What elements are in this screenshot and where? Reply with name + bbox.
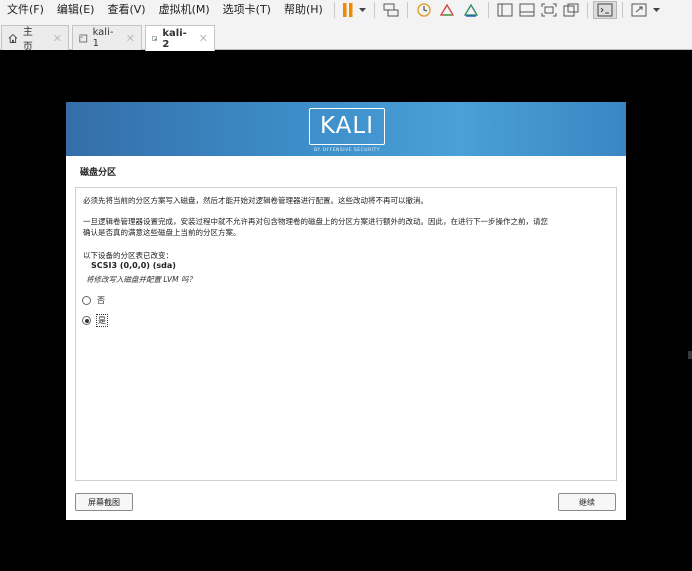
toolbar-separator bbox=[487, 2, 489, 18]
radio-dot bbox=[84, 318, 89, 323]
tab-kali-2-label: kali-2 bbox=[162, 27, 187, 50]
close-icon[interactable]: ✕ bbox=[126, 32, 135, 45]
snapshot-manager-button[interactable] bbox=[459, 0, 483, 20]
console-view-button[interactable] bbox=[592, 1, 617, 19]
radio-button[interactable] bbox=[82, 296, 91, 305]
fullscreen-icon bbox=[541, 3, 557, 17]
warning-text-line-2: 确认是否真的满意这些磁盘上当前的分区方案。 bbox=[83, 228, 241, 237]
vm-icon bbox=[79, 34, 88, 42]
confirm-question: 将修改写入磁盘并配置 LVM 吗？ bbox=[86, 275, 197, 284]
toolbar-separator bbox=[586, 2, 588, 18]
tab-home[interactable]: 主页 ✕ bbox=[1, 25, 69, 53]
keyboard-network-icon bbox=[383, 3, 399, 17]
stretch-icon bbox=[631, 3, 647, 17]
terminal-icon bbox=[597, 3, 613, 17]
option-no[interactable]: 否 bbox=[82, 295, 106, 306]
full-screen-button[interactable] bbox=[538, 0, 560, 20]
kali-logo-text: KALI bbox=[319, 113, 374, 139]
toolbar-separator bbox=[406, 2, 408, 18]
vm-running-icon bbox=[152, 36, 157, 41]
close-icon[interactable]: ✕ bbox=[53, 32, 62, 45]
toolbar-separator bbox=[333, 2, 335, 18]
screenshot-button[interactable]: 屏幕截图 bbox=[75, 493, 133, 511]
intro-text: 必须先将当前的分区方案写入磁盘，然后才能开始对逻辑卷管理器进行配置。这些改动将不… bbox=[83, 196, 428, 205]
unity-button[interactable] bbox=[560, 0, 582, 20]
continue-button[interactable]: 继续 bbox=[558, 493, 616, 511]
menu-edit[interactable]: 编辑(E) bbox=[50, 0, 101, 20]
tab-kali-2[interactable]: kali-2 ✕ bbox=[145, 25, 215, 51]
send-ctrl-alt-del-button[interactable] bbox=[380, 0, 402, 20]
toolbar-separator bbox=[373, 2, 375, 18]
pause-icon bbox=[342, 3, 353, 17]
close-icon[interactable]: ✕ bbox=[199, 32, 208, 45]
snapshot-clock-icon bbox=[417, 3, 431, 17]
tab-home-label: 主页 bbox=[22, 27, 33, 53]
pause-dropdown-button[interactable] bbox=[356, 0, 369, 20]
menu-tabs[interactable]: 选项卡(T) bbox=[216, 0, 277, 20]
device-name: SCSI3 (0,0,0) (sda) bbox=[91, 261, 176, 270]
scroll-marker bbox=[688, 351, 692, 359]
revert-snapshot-icon bbox=[439, 3, 454, 16]
toolbar-separator bbox=[621, 2, 623, 18]
home-icon bbox=[8, 33, 18, 43]
pause-button[interactable] bbox=[340, 0, 356, 20]
option-yes-label: 是 bbox=[96, 314, 108, 327]
show-library-button[interactable] bbox=[494, 0, 516, 20]
snapshot-manager-icon bbox=[463, 3, 478, 17]
kali-logo: KALI bbox=[309, 108, 385, 145]
menu-help[interactable]: 帮助(H) bbox=[277, 0, 329, 20]
menu-file[interactable]: 文件(F) bbox=[0, 0, 50, 20]
installer-window: KALI BY OFFENSIVE SECURITY 磁盘分区 必须先将当前的分… bbox=[66, 102, 626, 520]
show-thumbnail-button[interactable] bbox=[516, 0, 538, 20]
warning-text-line-1: 一旦逻辑卷管理器设置完成，安装过程中就不允许再对包含物理卷的磁盘上的分区方案进行… bbox=[83, 217, 548, 226]
option-yes[interactable]: 是 bbox=[82, 314, 108, 327]
changed-devices-label: 以下设备的分区表已改变： bbox=[83, 251, 173, 260]
chevron-down-icon bbox=[358, 7, 366, 12]
menubar: 文件(F) 编辑(E) 查看(V) 虚拟机(M) 选项卡(T) 帮助(H) bbox=[0, 0, 692, 20]
kali-logo-tagline: BY OFFENSIVE SECURITY bbox=[313, 148, 381, 153]
chevron-down-icon bbox=[652, 7, 660, 12]
stretch-guest-button[interactable] bbox=[628, 0, 650, 20]
tab-kali-1[interactable]: kali-1 ✕ bbox=[72, 25, 142, 50]
menu-vm[interactable]: 虚拟机(M) bbox=[152, 0, 216, 20]
unity-mode-icon bbox=[563, 3, 579, 17]
radio-button-selected[interactable] bbox=[82, 316, 91, 325]
tab-kali-1-label: kali-1 bbox=[92, 27, 114, 49]
revert-snapshot-button[interactable] bbox=[435, 0, 459, 20]
library-panel-icon bbox=[497, 3, 513, 17]
content-panel: 必须先将当前的分区方案写入磁盘，然后才能开始对逻辑卷管理器进行配置。这些改动将不… bbox=[75, 187, 617, 481]
snapshot-button[interactable] bbox=[413, 0, 435, 20]
tab-strip: 主页 ✕ kali-1 ✕ kali-2 ✕ bbox=[0, 20, 692, 53]
stretch-dropdown-button[interactable] bbox=[650, 0, 663, 20]
installer-banner: KALI BY OFFENSIVE SECURITY bbox=[66, 102, 626, 156]
option-no-label: 否 bbox=[97, 296, 105, 305]
thumbnail-bar-icon bbox=[519, 3, 535, 17]
page-title: 磁盘分区 bbox=[80, 168, 117, 178]
menu-view[interactable]: 查看(V) bbox=[100, 0, 151, 20]
